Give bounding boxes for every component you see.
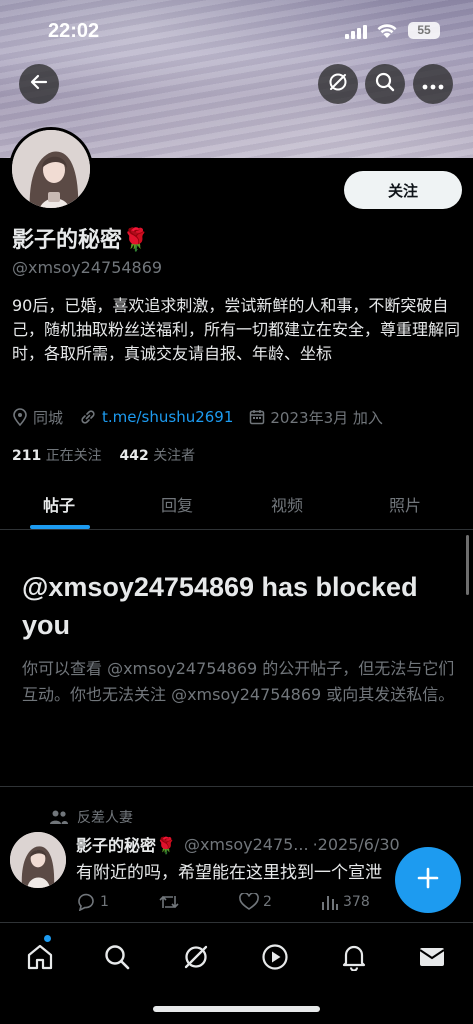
profile-bio: 90后，已婚，喜欢追求刺激，尝试新鲜的人和事，不断突破自己，随机抽取粉丝送福利，… (12, 296, 461, 363)
link-icon (79, 408, 97, 426)
search-icon (374, 71, 396, 97)
cellular-signal-icon (345, 24, 369, 43)
post-text[interactable]: 有附近的吗，希望能在这里找到一个宣泄 (76, 858, 436, 883)
search-nav-icon[interactable] (97, 937, 137, 977)
grok-button[interactable] (318, 64, 358, 104)
tab-replies[interactable]: 回复 (118, 478, 236, 530)
followers-link[interactable]: 442 关注者 (120, 448, 196, 464)
reply-icon (76, 893, 96, 911)
views-button[interactable]: 378 (321, 893, 370, 911)
following-link[interactable]: 211 正在关注 (12, 448, 102, 464)
grok-icon[interactable] (176, 937, 216, 977)
post-author-name: 影子的秘密🌹 (76, 836, 176, 855)
reply-count: 1 (100, 894, 109, 910)
followers-count: 442 (119, 448, 149, 464)
following-label: 正在关注 (45, 448, 102, 464)
followers-label: 关注者 (153, 448, 196, 464)
profile-meta: 同城 t.me/shushu2691 2023年3月 加入 (12, 406, 383, 428)
wifi-icon (376, 22, 398, 43)
home-icon[interactable] (20, 937, 60, 977)
more-icon (422, 75, 444, 94)
follow-button[interactable]: 关注 (344, 171, 462, 209)
calendar-icon (249, 409, 265, 425)
slash-circle-icon (327, 71, 349, 97)
views-count: 378 (343, 894, 370, 910)
blocked-description: 你可以查看 @xmsoy24754869 的公开帖子，但无法与它们互动。你也无法… (22, 659, 455, 704)
profile-joined: 2023年3月 加入 (270, 408, 383, 427)
profile-tabs: 帖子 回复 视频 照片 (0, 478, 473, 530)
play-icon[interactable] (255, 937, 295, 977)
tab-videos[interactable]: 视频 (228, 478, 346, 530)
tab-posts[interactable]: 帖子 (0, 478, 118, 530)
like-count: 2 (263, 894, 272, 910)
home-notification-dot (44, 935, 51, 942)
bell-icon[interactable] (334, 937, 374, 977)
active-tab-indicator (30, 525, 90, 529)
following-count: 211 (12, 448, 42, 464)
post-author-handle: @xmsoy2475... (183, 834, 309, 854)
views-icon (321, 893, 339, 911)
profile-name: 影子的秘密🌹 (12, 222, 149, 254)
battery-icon: 55 (408, 22, 440, 39)
mail-icon[interactable] (412, 937, 452, 977)
compose-button[interactable] (395, 847, 461, 913)
profile-handle: @xmsoy24754869 (12, 258, 163, 277)
profile-stats: 211 正在关注 442 关注者 (12, 445, 195, 465)
more-button[interactable] (413, 64, 453, 104)
like-button[interactable]: 2 (239, 893, 272, 911)
home-indicator[interactable] (153, 1006, 320, 1012)
rose-emoji: 🌹 (122, 228, 150, 253)
profile-location: 同城 (33, 408, 64, 427)
status-bar: 22:02 55 (0, 0, 473, 60)
post-date: ·2025/6/30 (312, 834, 400, 854)
profile-link[interactable]: t.me/shushu2691 (102, 408, 233, 426)
reply-button[interactable]: 1 (76, 893, 109, 911)
back-arrow-icon (29, 72, 49, 96)
divider (0, 786, 473, 787)
location-icon (12, 408, 28, 426)
post-avatar[interactable] (10, 832, 66, 888)
scrollbar[interactable] (466, 535, 469, 595)
heart-icon (239, 893, 259, 911)
profile-name-text: 影子的秘密 (12, 228, 123, 253)
community-icon (49, 809, 69, 825)
post-context-label: 反差人妻 (77, 810, 133, 826)
profile-avatar[interactable] (9, 127, 93, 211)
back-button[interactable] (19, 64, 59, 104)
repost-icon (158, 893, 180, 911)
post-header[interactable]: 影子的秘密🌹 @xmsoy2475... ·2025/6/30 (76, 832, 400, 856)
status-time: 22:02 (48, 20, 100, 42)
search-button[interactable] (365, 64, 405, 104)
post-context[interactable]: 反差人妻 (49, 807, 133, 827)
tab-photos[interactable]: 照片 (346, 478, 464, 530)
plus-icon (416, 866, 440, 894)
repost-button[interactable] (158, 893, 184, 911)
blocked-title: @xmsoy24754869 has blocked you (22, 572, 418, 640)
